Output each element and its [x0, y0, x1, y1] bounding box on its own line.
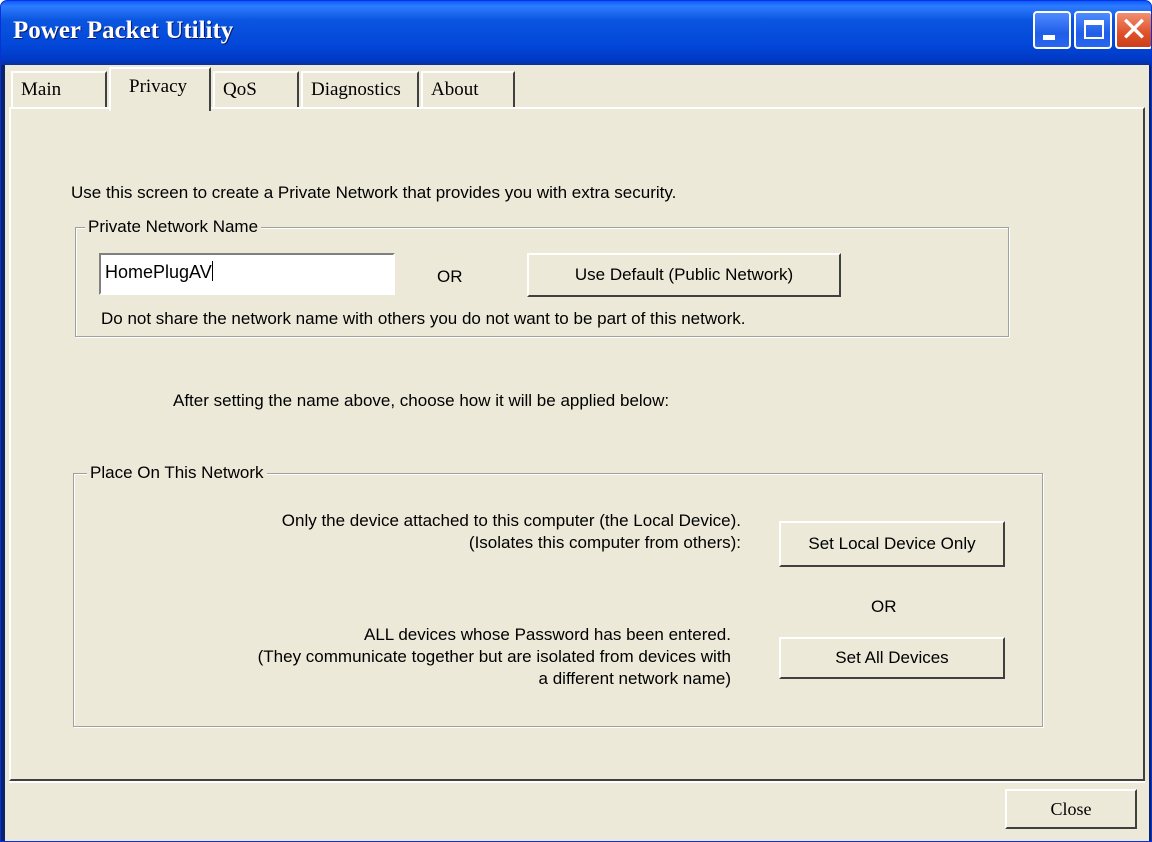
text-caret: [211, 261, 213, 281]
close-icon: ✕: [1119, 10, 1149, 50]
use-default-network-button[interactable]: Use Default (Public Network): [527, 253, 841, 297]
network-name-input[interactable]: HomePlugAV: [99, 253, 395, 295]
tab-privacy[interactable]: Privacy: [109, 67, 211, 111]
private-network-name-legend: Private Network Name: [85, 217, 262, 237]
local-device-description-line1: Only the device attached to this compute…: [281, 511, 741, 530]
place-on-network-legend: Place On This Network: [87, 463, 267, 483]
network-name-warning: Do not share the network name with other…: [101, 309, 746, 328]
minimize-icon: [1043, 35, 1055, 40]
client-area: Main Privacy QoS Diagnostics About Use t…: [5, 65, 1149, 841]
all-devices-description-line1: ALL devices whose Password has been ente…: [364, 625, 731, 644]
footer-separator: [9, 781, 1145, 783]
network-name-value: HomePlugAV: [105, 262, 212, 282]
window-title: Power Packet Utility: [13, 17, 234, 44]
tab-main[interactable]: Main: [11, 71, 107, 109]
set-all-devices-button[interactable]: Set All Devices: [779, 637, 1005, 679]
title-bar[interactable]: Power Packet Utility ✕: [1, 1, 1151, 65]
maximize-button[interactable]: [1074, 11, 1112, 49]
tab-about[interactable]: About: [421, 71, 515, 109]
privacy-tab-panel: Use this screen to create a Private Netw…: [9, 107, 1145, 781]
intro-text: Use this screen to create a Private Netw…: [71, 183, 677, 202]
minimize-button[interactable]: [1033, 11, 1071, 49]
close-button[interactable]: Close: [1005, 789, 1137, 829]
tab-diagnostics[interactable]: Diagnostics: [301, 71, 419, 109]
or-label-1: OR: [437, 267, 463, 286]
local-device-description-line2: (Isolates this computer from others):: [468, 533, 741, 552]
set-local-device-only-button[interactable]: Set Local Device Only: [779, 521, 1005, 567]
close-window-button[interactable]: ✕: [1115, 10, 1151, 50]
all-devices-description-line2: (They communicate together but are isola…: [257, 647, 731, 666]
maximize-icon: [1084, 20, 1104, 39]
instruction-text: After setting the name above, choose how…: [173, 391, 670, 410]
all-devices-description-line3: a different network name): [538, 669, 731, 688]
or-label-2: OR: [871, 597, 897, 616]
tab-qos[interactable]: QoS: [213, 71, 299, 109]
application-window: Power Packet Utility ✕ Main Privacy QoS …: [0, 0, 1152, 842]
